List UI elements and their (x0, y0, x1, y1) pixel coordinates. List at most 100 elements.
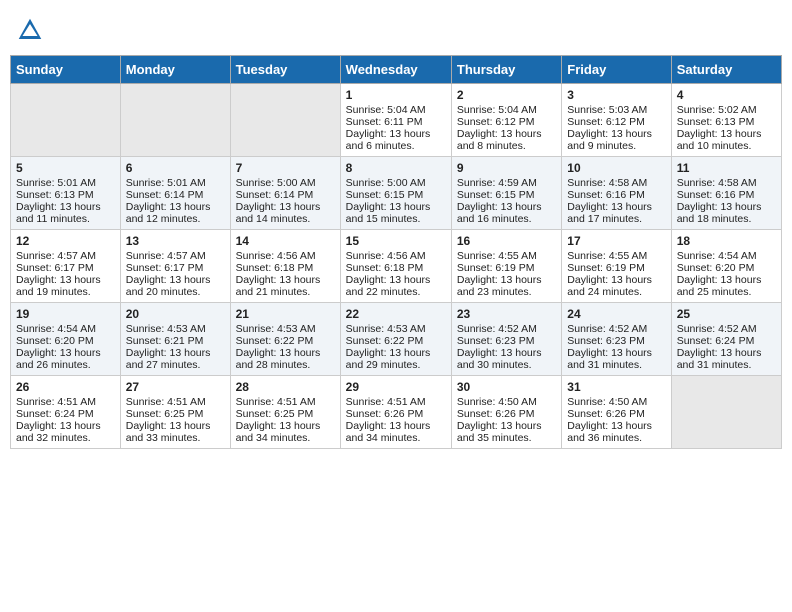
day-info: Sunrise: 5:00 AM (346, 177, 446, 189)
day-info: Sunrise: 4:52 AM (457, 323, 556, 335)
day-info: Sunrise: 4:56 AM (346, 250, 446, 262)
day-header-tuesday: Tuesday (230, 56, 340, 84)
day-info: Daylight: 13 hours and 15 minutes. (346, 201, 446, 225)
day-number: 12 (16, 234, 115, 248)
day-info: Sunrise: 4:57 AM (126, 250, 225, 262)
day-info: Daylight: 13 hours and 34 minutes. (236, 420, 335, 444)
calendar-week-row: 12Sunrise: 4:57 AMSunset: 6:17 PMDayligh… (11, 230, 782, 303)
day-info: Sunset: 6:14 PM (126, 189, 225, 201)
day-number: 4 (677, 88, 776, 102)
calendar-cell: 4 Sunrise: 5:02 AMSunset: 6:13 PMDaylight… (671, 84, 781, 157)
calendar-cell (230, 84, 340, 157)
day-info: Daylight: 13 hours and 21 minutes. (236, 274, 335, 298)
calendar-cell: 6Sunrise: 5:01 AMSunset: 6:14 PMDaylight… (120, 157, 230, 230)
day-info: Daylight: 13 hours and 25 minutes. (677, 274, 776, 298)
calendar-cell: 25Sunrise: 4:52 AMSunset: 6:24 PMDayligh… (671, 303, 781, 376)
day-info: Daylight: 13 hours and 10 minutes. (677, 128, 776, 152)
day-info: Sunrise: 5:04 AM (457, 104, 556, 116)
day-info: Daylight: 13 hours and 20 minutes. (126, 274, 225, 298)
day-info: Sunset: 6:24 PM (16, 408, 115, 420)
day-info: Sunset: 6:16 PM (677, 189, 776, 201)
day-info: Daylight: 13 hours and 24 minutes. (567, 274, 665, 298)
day-number: 7 (236, 161, 335, 175)
day-info: Sunset: 6:26 PM (457, 408, 556, 420)
day-info: Daylight: 13 hours and 31 minutes. (677, 347, 776, 371)
day-info: Sunrise: 4:55 AM (567, 250, 665, 262)
calendar-week-row: 26Sunrise: 4:51 AMSunset: 6:24 PMDayligh… (11, 376, 782, 449)
day-info: Daylight: 13 hours and 19 minutes. (16, 274, 115, 298)
day-info: Sunset: 6:18 PM (346, 262, 446, 274)
day-info: Sunrise: 4:51 AM (126, 396, 225, 408)
day-number: 22 (346, 307, 446, 321)
day-number: 28 (236, 380, 335, 394)
calendar-cell: 1Sunrise: 5:04 AMSunset: 6:11 PMDaylight… (340, 84, 451, 157)
calendar-cell (120, 84, 230, 157)
day-info: Sunrise: 4:56 AM (236, 250, 335, 262)
calendar-cell: 15Sunrise: 4:56 AMSunset: 6:18 PMDayligh… (340, 230, 451, 303)
day-number: 3 (567, 88, 665, 102)
day-info: Sunset: 6:16 PM (567, 189, 665, 201)
day-info: Sunset: 6:12 PM (457, 116, 556, 128)
day-info: Sunset: 6:15 PM (457, 189, 556, 201)
day-info: Sunset: 6:14 PM (236, 189, 335, 201)
calendar-week-row: 1Sunrise: 5:04 AMSunset: 6:11 PMDaylight… (11, 84, 782, 157)
day-info: Sunrise: 5:04 AM (346, 104, 446, 116)
day-info: Sunset: 6:17 PM (16, 262, 115, 274)
calendar-cell: 10Sunrise: 4:58 AMSunset: 6:16 PMDayligh… (562, 157, 671, 230)
day-header-thursday: Thursday (451, 56, 561, 84)
day-number: 10 (567, 161, 665, 175)
day-info: Daylight: 13 hours and 31 minutes. (567, 347, 665, 371)
day-info: Sunset: 6:21 PM (126, 335, 225, 347)
day-info: Sunrise: 4:50 AM (457, 396, 556, 408)
day-number: 18 (677, 234, 776, 248)
day-info: Sunrise: 4:51 AM (346, 396, 446, 408)
day-number: 30 (457, 380, 556, 394)
day-info: Daylight: 13 hours and 9 minutes. (567, 128, 665, 152)
day-info: Daylight: 13 hours and 16 minutes. (457, 201, 556, 225)
day-info: Daylight: 13 hours and 26 minutes. (16, 347, 115, 371)
day-info: Sunset: 6:20 PM (16, 335, 115, 347)
calendar-cell: 7Sunrise: 5:00 AMSunset: 6:14 PMDaylight… (230, 157, 340, 230)
day-info: Sunset: 6:22 PM (346, 335, 446, 347)
calendar-cell: 17Sunrise: 4:55 AMSunset: 6:19 PMDayligh… (562, 230, 671, 303)
day-info: Sunrise: 4:58 AM (677, 177, 776, 189)
day-info: Daylight: 13 hours and 29 minutes. (346, 347, 446, 371)
day-info: Sunrise: 5:02 AM (677, 104, 776, 116)
day-info: Sunset: 6:13 PM (677, 116, 776, 128)
day-info: Sunrise: 4:51 AM (236, 396, 335, 408)
day-info: Sunrise: 4:54 AM (16, 323, 115, 335)
day-info: Sunrise: 4:58 AM (567, 177, 665, 189)
day-header-friday: Friday (562, 56, 671, 84)
calendar-cell: 11Sunrise: 4:58 AMSunset: 6:16 PMDayligh… (671, 157, 781, 230)
page-header (10, 10, 782, 45)
day-info: Daylight: 13 hours and 32 minutes. (16, 420, 115, 444)
day-number: 14 (236, 234, 335, 248)
day-info: Sunset: 6:26 PM (346, 408, 446, 420)
calendar-cell (671, 376, 781, 449)
day-info: Sunrise: 4:51 AM (16, 396, 115, 408)
day-number: 5 (16, 161, 115, 175)
day-header-saturday: Saturday (671, 56, 781, 84)
day-info: Daylight: 13 hours and 12 minutes. (126, 201, 225, 225)
day-info: Sunset: 6:25 PM (236, 408, 335, 420)
calendar-cell: 19Sunrise: 4:54 AMSunset: 6:20 PMDayligh… (11, 303, 121, 376)
calendar-cell: 22Sunrise: 4:53 AMSunset: 6:22 PMDayligh… (340, 303, 451, 376)
day-info: Sunrise: 4:50 AM (567, 396, 665, 408)
calendar-cell: 27Sunrise: 4:51 AMSunset: 6:25 PMDayligh… (120, 376, 230, 449)
day-number: 2 (457, 88, 556, 102)
calendar-cell: 14Sunrise: 4:56 AMSunset: 6:18 PMDayligh… (230, 230, 340, 303)
day-info: Sunrise: 4:55 AM (457, 250, 556, 262)
day-header-monday: Monday (120, 56, 230, 84)
logo (15, 15, 49, 45)
day-info: Daylight: 13 hours and 27 minutes. (126, 347, 225, 371)
day-info: Sunrise: 5:00 AM (236, 177, 335, 189)
calendar-cell: 18Sunrise: 4:54 AMSunset: 6:20 PMDayligh… (671, 230, 781, 303)
day-number: 16 (457, 234, 556, 248)
day-info: Daylight: 13 hours and 28 minutes. (236, 347, 335, 371)
day-info: Daylight: 13 hours and 34 minutes. (346, 420, 446, 444)
day-number: 26 (16, 380, 115, 394)
day-info: Sunrise: 4:54 AM (677, 250, 776, 262)
day-info: Sunset: 6:24 PM (677, 335, 776, 347)
calendar-cell: 2Sunrise: 5:04 AMSunset: 6:12 PMDaylight… (451, 84, 561, 157)
calendar-cell: 29Sunrise: 4:51 AMSunset: 6:26 PMDayligh… (340, 376, 451, 449)
